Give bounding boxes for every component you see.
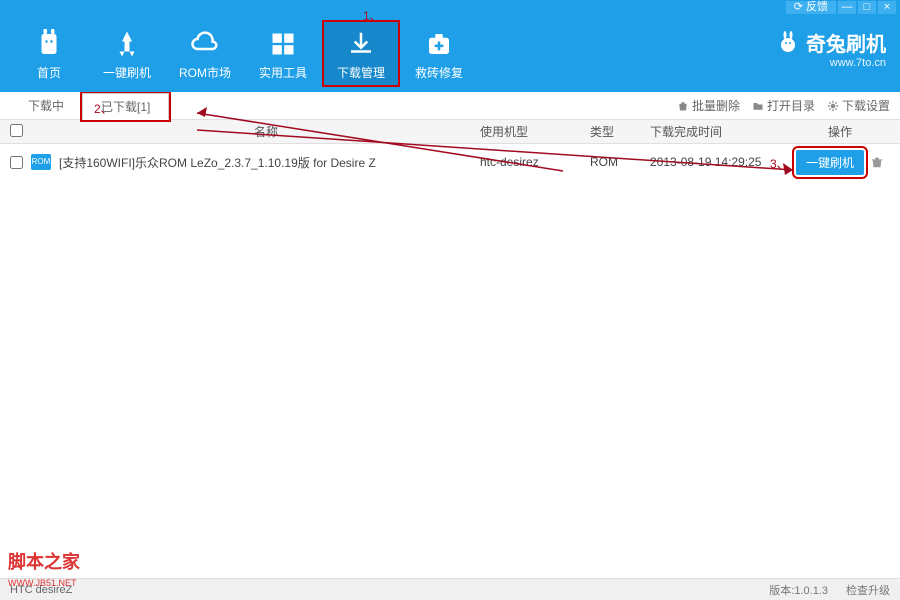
brand-url: www.7to.cn: [776, 57, 886, 69]
nav-download-manager[interactable]: 下载管理: [322, 20, 400, 87]
open-directory-button[interactable]: 打开目录: [752, 97, 815, 114]
header: 首页 一键刷机 ROM市场 实用工具 下载管理 救砖修复 奇兔刷机 www.7t…: [0, 14, 900, 92]
check-update-button[interactable]: 检查升级: [846, 582, 890, 598]
rabbit-icon: [31, 26, 67, 62]
brand: 奇兔刷机 www.7to.cn: [776, 28, 886, 69]
trash-icon: [677, 100, 689, 112]
cloud-icon: [187, 26, 223, 62]
select-all-checkbox[interactable]: [10, 124, 23, 137]
flash-button[interactable]: 一键刷机: [796, 150, 864, 175]
footer-version: 版本:1.0.1.3: [769, 582, 828, 598]
brand-name: 奇兔刷机: [806, 28, 886, 57]
delete-icon[interactable]: [870, 155, 884, 169]
table-row: ROM [支持160WIFI]乐众ROM LeZo_2.3.7_1.10.19版…: [0, 144, 900, 180]
nav-flash[interactable]: 一键刷机: [88, 20, 166, 87]
download-icon: [343, 26, 379, 62]
footer: HTC desireZ 版本:1.0.1.3 检查升级: [0, 578, 900, 600]
brand-rabbit-icon: [776, 31, 800, 55]
titlebar: ⟳ 反馈 — □ ×: [0, 0, 900, 14]
minimize-button[interactable]: —: [838, 1, 856, 14]
tab-downloading[interactable]: 下载中: [10, 93, 82, 118]
row-model: htc-desirez: [480, 155, 590, 169]
nav-repair[interactable]: 救砖修复: [400, 20, 478, 87]
col-model: 使用机型: [480, 123, 590, 140]
close-button[interactable]: ×: [878, 1, 896, 14]
tab-downloaded[interactable]: 已下载[1]: [82, 93, 169, 120]
folder-icon: [752, 100, 764, 112]
watermark-sub: WWW.JB51.NET: [8, 578, 77, 588]
row-checkbox[interactable]: [10, 156, 23, 169]
feedback-button[interactable]: ⟳ 反馈: [786, 1, 836, 14]
row-time: 2013-08-19 14:29:25: [650, 155, 790, 169]
row-name: [支持160WIFI]乐众ROM LeZo_2.3.7_1.10.19版 for…: [59, 154, 376, 171]
nav-rom-market[interactable]: ROM市场: [166, 20, 244, 87]
maximize-button[interactable]: □: [858, 1, 876, 14]
col-action: 操作: [790, 123, 890, 140]
grid-icon: [265, 26, 301, 62]
col-type: 类型: [590, 123, 650, 140]
toolbar-right: 批量删除 打开目录 下载设置: [677, 97, 890, 114]
col-name: 名称: [34, 123, 480, 140]
batch-delete-button[interactable]: 批量删除: [677, 97, 740, 114]
rom-icon: ROM: [31, 154, 51, 170]
download-settings-button[interactable]: 下载设置: [827, 97, 890, 114]
rocket-icon: [109, 26, 145, 62]
medkit-icon: [421, 26, 457, 62]
gear-icon: [827, 100, 839, 112]
row-name-cell: ROM [支持160WIFI]乐众ROM LeZo_2.3.7_1.10.19版…: [31, 154, 480, 171]
main-nav: 首页 一键刷机 ROM市场 实用工具 下载管理 救砖修复: [10, 20, 478, 87]
nav-tools[interactable]: 实用工具: [244, 20, 322, 87]
row-type: ROM: [590, 155, 650, 169]
watermark: 脚本之家: [8, 548, 80, 574]
nav-home[interactable]: 首页: [10, 20, 88, 87]
table-header: 名称 使用机型 类型 下载完成时间 操作: [0, 120, 900, 144]
toolbar: 下载中 已下载[1] 批量删除 打开目录 下载设置: [0, 92, 900, 120]
col-time: 下载完成时间: [650, 123, 790, 140]
